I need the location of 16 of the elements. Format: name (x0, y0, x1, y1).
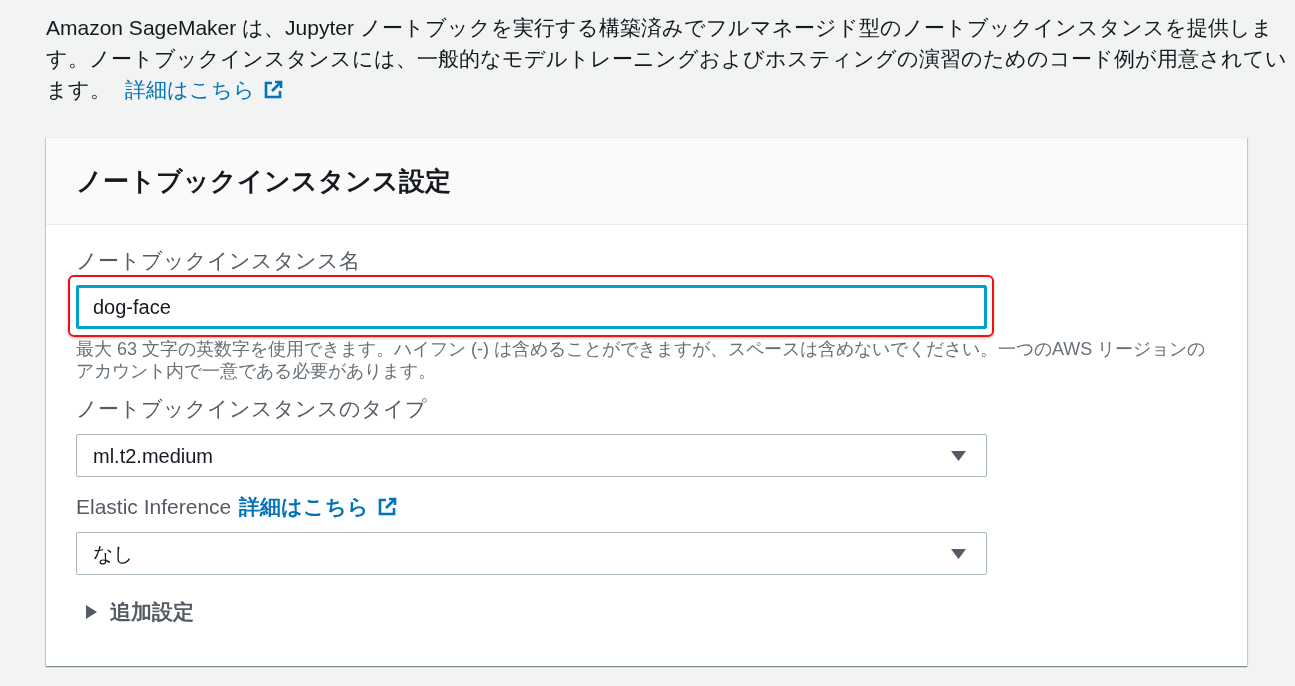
expander-toggle[interactable]: 追加設定 (86, 598, 194, 626)
intro-text: Amazon SageMaker は、Jupyter ノートブックを実行する構築済みでフルマネージド型のノートブックインスタンスを提供します。ノートブックインスタンスには、一般的なモデルトレーニングおよびホスティングの演習のためのコード例が用意されています。 詳細はこちら (46, 12, 1291, 105)
learn-more-link[interactable]: 詳細はこちら (125, 74, 283, 105)
dropdown-select[interactable]: ml.t2.medium (76, 434, 987, 477)
field-label: ノートブックインスタンスのタイプ (76, 396, 427, 422)
hint-text: 最大 63 文字の英数字を使用できます。ハイフン (-) は含めることができますが、スペースは含めないでください。一つのAWS リージョンのアカウント内で一意である必要があります。 (76, 338, 1207, 382)
field-label: Elastic Inference (76, 494, 232, 520)
caret-down-icon (951, 450, 966, 461)
field-label: ノートブックインスタンス名 (76, 248, 360, 274)
learn-more-link[interactable]: 詳細はこちら (239, 493, 398, 521)
panel-title: ノートブックインスタンス設定 (76, 165, 451, 198)
dropdown-select[interactable]: なし (76, 532, 987, 575)
external-link-icon (377, 497, 398, 517)
text-input[interactable]: dog-face (76, 285, 987, 329)
caret-down-icon (951, 548, 966, 559)
external-link-icon (263, 79, 283, 100)
